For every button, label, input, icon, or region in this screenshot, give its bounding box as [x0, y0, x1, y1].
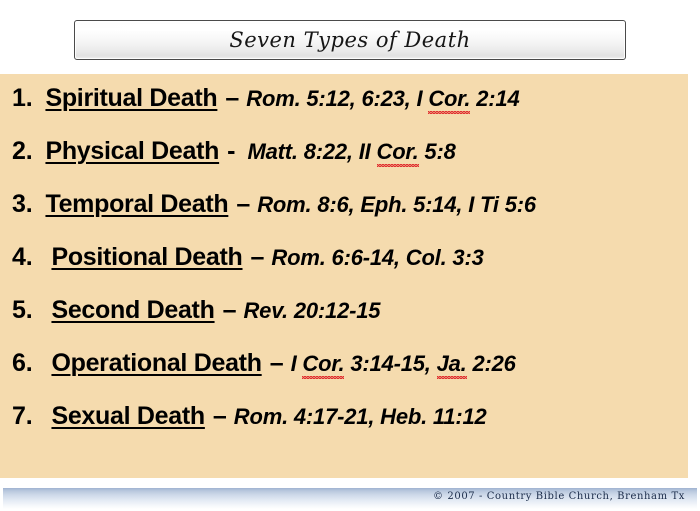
list-item: 4. Positional Death – Rom. 6:6-14, Col. 3:3	[12, 245, 682, 277]
list-item: 1. Spiritual Death – Rom. 5:12, 6:23, I Cor…	[12, 86, 682, 118]
list-item-scripture-references: Rom. 5:12, 6:23, I Cor. 2:14	[246, 86, 520, 114]
list-item-number: 4.	[12, 243, 33, 271]
list-item-scripture-references: I Cor. 3:14-15, Ja. 2:26	[290, 351, 516, 379]
list-item: 5. Second Death – Rev. 20:12-15	[12, 298, 682, 330]
reference-text: Rev. 20:12-15	[243, 298, 381, 323]
reference-text: 5:8	[418, 139, 456, 164]
list-item-separator: –	[225, 84, 240, 112]
reference-text: 2:26	[466, 351, 516, 376]
reference-text: 3:14-15,	[344, 351, 437, 376]
list-item-number: 7.	[12, 402, 33, 430]
list-item-number: 1.	[12, 84, 33, 112]
reference-text-spellchecked: Cor.	[302, 351, 345, 379]
list-item-title: Sexual Death	[51, 402, 205, 430]
death-types-list: 1. Spiritual Death – Rom. 5:12, 6:23, I Cor…	[0, 74, 688, 478]
list-item-scripture-references: Rom. 4:17-21, Heb. 11:12	[234, 406, 487, 428]
reference-text-spellchecked: Cor.	[428, 86, 471, 114]
list-item-scripture-references: Matt. 8:22, II Cor. 5:8	[247, 139, 456, 167]
list-item-separator: –	[212, 402, 227, 430]
list-item-title: Temporal Death	[45, 190, 229, 218]
page-title: Seven Types of Death	[229, 28, 471, 52]
list-item: 3. Temporal Death – Rom. 8:6, Eph. 5:14, I …	[12, 192, 682, 224]
list-item: 6. Operational Death – I Cor. 3:14-15, Ja. …	[12, 351, 682, 383]
copyright-notice: © 2007 - Country Bible Church, Brenham T…	[433, 491, 685, 502]
reference-text-spellchecked: Cor.	[376, 139, 419, 167]
reference-text: Matt. 8:22, II	[247, 139, 377, 164]
footer-bar: © 2007 - Country Bible Church, Brenham T…	[3, 488, 697, 509]
list-item: 7. Sexual Death – Rom. 4:17-21, Heb. 11:12	[12, 404, 682, 436]
reference-text: Rom. 5:12, 6:23, I	[246, 86, 429, 111]
list-item-title: Positional Death	[51, 243, 243, 271]
reference-text: 2:14	[470, 86, 520, 111]
reference-text: Rom. 4:17-21, Heb. 11:12	[233, 404, 487, 429]
list-item-scripture-references: Rom. 6:6-14, Col. 3:3	[271, 247, 483, 269]
reference-text: I	[290, 351, 303, 376]
list-item-number: 6.	[12, 349, 33, 377]
list-item-separator: –	[250, 243, 265, 271]
list-item-scripture-references: Rev. 20:12-15	[243, 300, 380, 322]
list-item-separator: -	[227, 137, 236, 165]
list-item-title: Physical Death	[45, 137, 220, 165]
list-item: 2. Physical Death - Matt. 8:22, II Cor. 5:8	[12, 139, 682, 171]
list-item-title: Second Death	[51, 296, 215, 324]
list-item-number: 2.	[12, 137, 33, 165]
list-item-separator: –	[269, 349, 284, 377]
slide-title-plaque: Seven Types of Death	[74, 20, 626, 60]
list-item-number: 5.	[12, 296, 33, 324]
reference-text: Rom. 8:6, Eph. 5:14, I Ti 5:6	[257, 192, 536, 217]
reference-text-spellchecked: Ja.	[436, 351, 467, 379]
list-item-title: Operational Death	[51, 349, 262, 377]
list-item-number: 3.	[12, 190, 33, 218]
content-panel: 1. Spiritual Death – Rom. 5:12, 6:23, I Cor…	[0, 74, 688, 478]
list-item-title: Spiritual Death	[45, 84, 218, 112]
list-item-separator: –	[222, 296, 237, 324]
list-item-scripture-references: Rom. 8:6, Eph. 5:14, I Ti 5:6	[257, 194, 536, 216]
list-item-separator: –	[236, 190, 251, 218]
reference-text: Rom. 6:6-14, Col. 3:3	[271, 245, 484, 270]
